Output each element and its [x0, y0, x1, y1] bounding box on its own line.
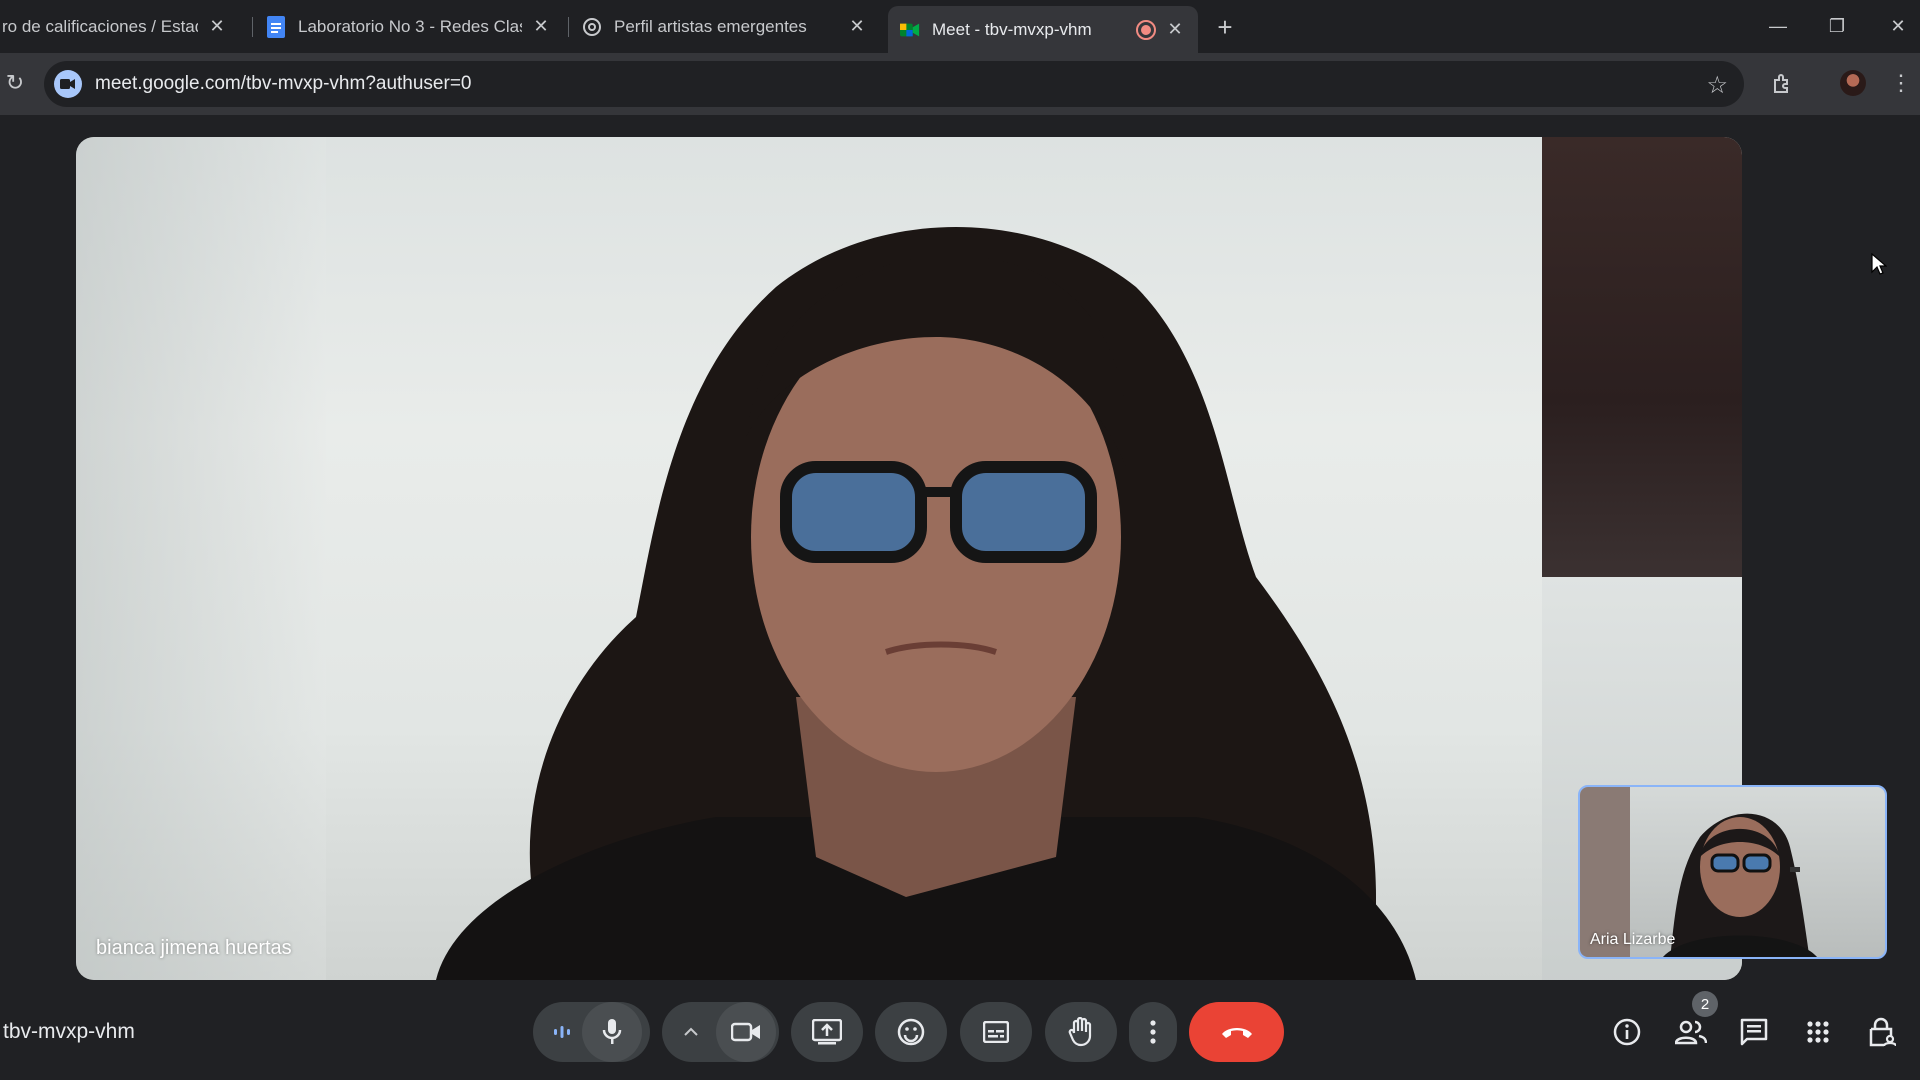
meeting-code: tbv-mvxp-vhm	[3, 1020, 135, 1043]
apps-grid-icon	[1807, 1021, 1829, 1043]
reactions-button[interactable]	[875, 1002, 947, 1062]
profile-avatar[interactable]	[1838, 68, 1868, 98]
browser-toolbar: ↻ meet.google.com/tbv-mvxp-vhm?authuser=…	[0, 53, 1920, 115]
tab-label: ro de calificaciones / Estadís	[2, 16, 198, 36]
browser-menu-icon[interactable]: ⋮	[1886, 68, 1916, 98]
host-controls-button[interactable]	[1864, 1014, 1900, 1050]
recording-icon	[1136, 19, 1156, 40]
site-info-icon[interactable]	[54, 70, 82, 98]
camera-control	[662, 1002, 779, 1062]
emoji-icon	[897, 1018, 925, 1046]
participant-count-badge: 2	[1692, 991, 1718, 1017]
hangup-icon	[1221, 1028, 1252, 1038]
captions-icon	[983, 1021, 1009, 1043]
more-vert-icon	[1150, 1020, 1156, 1044]
main-participant-name: bianca jimena huertas	[96, 937, 292, 959]
close-window-button[interactable]: ✕	[1876, 8, 1920, 44]
microphone-control	[533, 1002, 650, 1062]
lock-person-icon	[1869, 1017, 1896, 1047]
tab-label: Meet - tbv-mvxp-vhm	[932, 19, 1092, 39]
new-tab-button[interactable]: +	[1210, 12, 1240, 42]
url-text: meet.google.com/tbv-mvxp-vhm?authuser=0	[95, 73, 472, 94]
camera-options-chevron-icon[interactable]	[666, 1027, 716, 1037]
leave-call-button[interactable]	[1189, 1002, 1284, 1062]
extensions-icon[interactable]	[1768, 68, 1798, 98]
address-bar[interactable]: meet.google.com/tbv-mvxp-vhm?authuser=0 …	[44, 61, 1744, 107]
minimize-button[interactable]: —	[1756, 8, 1800, 44]
tab-divider	[252, 17, 253, 37]
tab-label: Laboratorio No 3 - Redes Clasif	[298, 16, 522, 36]
meeting-details-button[interactable]	[1609, 1014, 1645, 1050]
close-icon[interactable]: ✕	[846, 16, 868, 38]
close-icon[interactable]: ✕	[530, 16, 552, 38]
tab-gradebook[interactable]: ro de calificaciones / Estadís ✕	[0, 6, 240, 47]
microphone-button[interactable]	[581, 1002, 642, 1062]
reload-icon[interactable]: ↻	[2, 70, 28, 96]
tab-meet[interactable]: Meet - tbv-mvxp-vhm ✕	[888, 6, 1198, 53]
activities-button[interactable]	[1800, 1014, 1836, 1050]
bookmark-star-icon[interactable]: ☆	[1706, 71, 1728, 100]
participant-video	[436, 227, 1416, 980]
hand-icon	[1068, 1017, 1092, 1047]
present-icon	[812, 1019, 842, 1045]
close-icon[interactable]: ✕	[206, 16, 228, 38]
info-icon	[1613, 1018, 1641, 1046]
tab-label: Perfil artistas emergentes	[614, 16, 807, 36]
close-icon[interactable]: ✕	[1164, 19, 1186, 41]
restore-button[interactable]: ❐	[1815, 8, 1859, 44]
meet-stage: bianca jimena huertas Aria Lizarbe	[0, 115, 1920, 1080]
chat-button[interactable]	[1736, 1014, 1772, 1050]
more-options-button[interactable]	[1129, 1002, 1177, 1062]
present-screen-button[interactable]	[791, 1002, 863, 1062]
people-button[interactable]	[1673, 1014, 1709, 1050]
audio-level-icon	[542, 1024, 582, 1040]
meet-icon	[900, 20, 920, 40]
chat-icon	[1740, 1018, 1768, 1046]
tab-divider	[568, 17, 569, 37]
camera-button[interactable]	[715, 1002, 776, 1062]
tab-perfil-artistas[interactable]: Perfil artistas emergentes ✕	[570, 6, 880, 47]
docs-icon	[266, 15, 286, 38]
main-video-tile[interactable]: bianca jimena huertas	[76, 137, 1742, 980]
mouse-cursor-icon	[1871, 253, 1887, 275]
tab-laboratorio[interactable]: Laboratorio No 3 - Redes Clasif ✕	[254, 6, 564, 47]
captions-button[interactable]	[960, 1002, 1032, 1062]
raise-hand-button[interactable]	[1045, 1002, 1117, 1062]
tab-strip: ro de calificaciones / Estadís ✕ Laborat…	[0, 0, 1920, 53]
self-view-tile[interactable]: Aria Lizarbe	[1578, 785, 1887, 959]
self-view-name: Aria Lizarbe	[1590, 931, 1676, 948]
people-icon	[1675, 1020, 1707, 1045]
openai-icon	[582, 17, 602, 37]
